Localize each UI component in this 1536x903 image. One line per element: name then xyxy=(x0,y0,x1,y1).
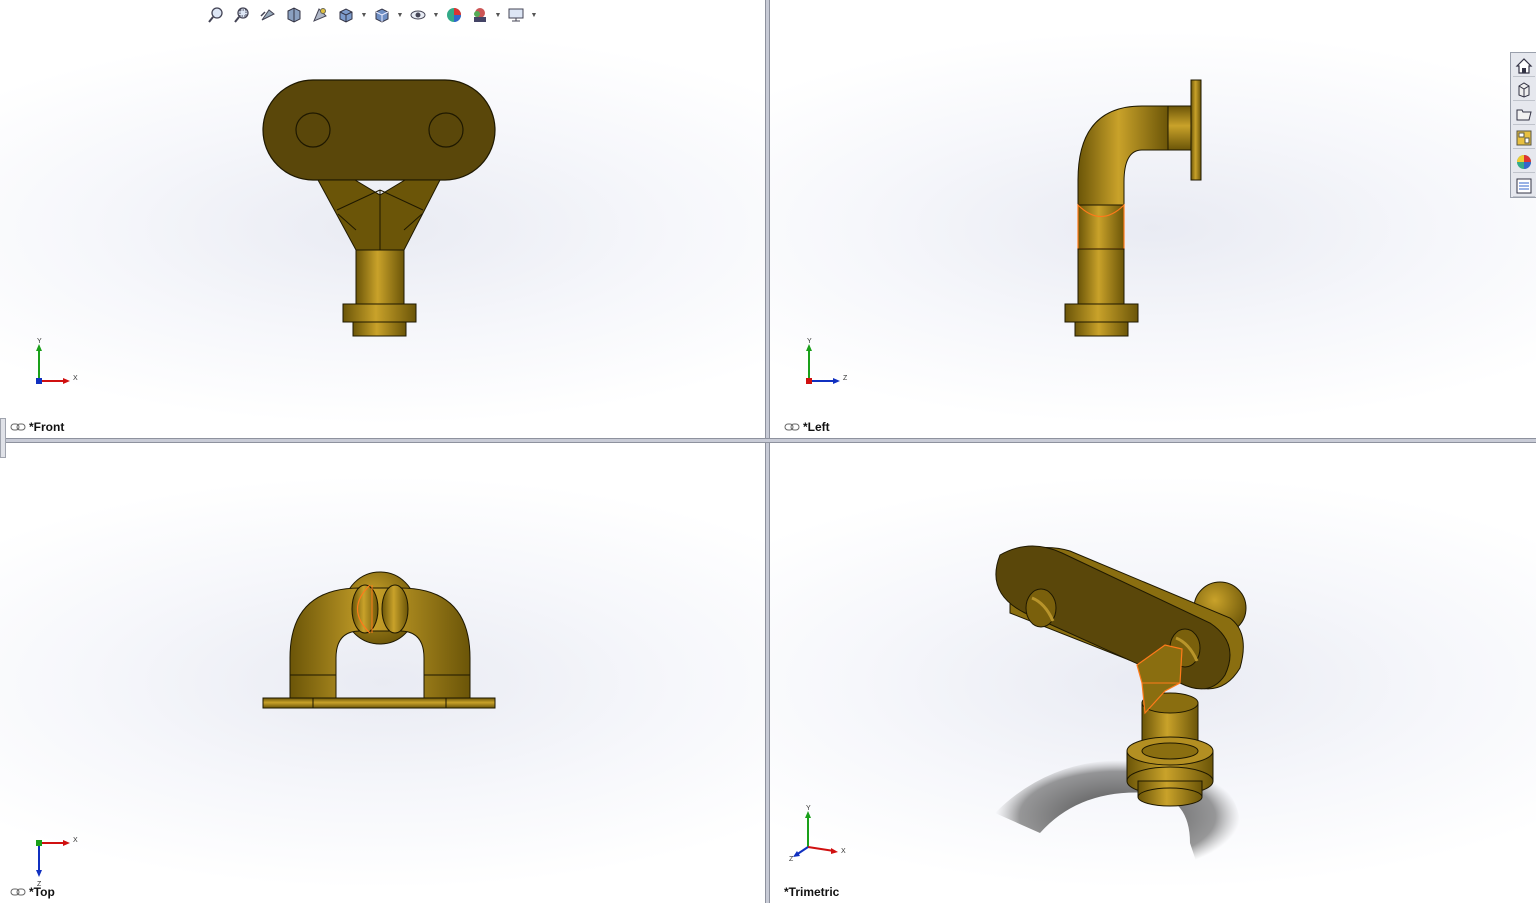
zoom-to-area-icon[interactable] xyxy=(230,4,254,26)
part-left-view[interactable] xyxy=(770,0,1536,438)
design-library-icon[interactable] xyxy=(1512,79,1535,101)
viewport-name: *Trimetric xyxy=(784,885,840,899)
dynamic-annotation-icon[interactable] xyxy=(308,4,332,26)
zoom-to-fit-icon[interactable] xyxy=(204,4,228,26)
part-top-view[interactable] xyxy=(0,443,765,903)
view-orientation-icon[interactable] xyxy=(334,4,358,26)
svg-text:X: X xyxy=(73,375,78,382)
triad-left: Y Z xyxy=(806,338,848,384)
triad-front: Y X xyxy=(36,338,78,384)
vertical-splitter[interactable] xyxy=(765,0,770,903)
viewport-name: *Top xyxy=(29,885,55,899)
home-icon[interactable] xyxy=(1512,55,1535,77)
appearances-icon[interactable] xyxy=(1512,151,1535,173)
viewport-label-trimetric[interactable]: *Trimetric xyxy=(784,885,839,899)
viewport-label-top[interactable]: *Top xyxy=(10,885,55,899)
apply-scene-icon[interactable] xyxy=(468,4,492,26)
display-style-icon[interactable] xyxy=(370,4,394,26)
hide-show-items-icon[interactable] xyxy=(406,4,430,26)
heads-up-view-toolbar: ▼ ▼ ▼ ▼ ▼ xyxy=(204,4,538,26)
edit-appearance-icon[interactable] xyxy=(442,4,466,26)
svg-text:Y: Y xyxy=(806,805,811,812)
file-explorer-icon[interactable] xyxy=(1512,103,1535,125)
section-view-icon[interactable] xyxy=(282,4,306,26)
viewport-name: *Front xyxy=(29,420,65,434)
chevron-down-icon[interactable]: ▼ xyxy=(396,4,404,26)
svg-text:Z: Z xyxy=(843,375,848,382)
link-views-icon[interactable] xyxy=(10,888,26,896)
chevron-down-icon[interactable]: ▼ xyxy=(432,4,440,26)
viewport-label-front[interactable]: *Front xyxy=(10,420,64,434)
custom-properties-icon[interactable] xyxy=(1512,175,1535,197)
svg-text:Y: Y xyxy=(807,338,812,345)
link-views-icon[interactable] xyxy=(10,423,26,431)
previous-view-icon[interactable] xyxy=(256,4,280,26)
chevron-down-icon[interactable]: ▼ xyxy=(360,4,368,26)
viewport-top[interactable]: Z X *Top xyxy=(0,443,765,903)
viewport-label-left[interactable]: *Left xyxy=(784,420,830,434)
feature-manager-collapse-handle[interactable] xyxy=(0,418,6,458)
svg-text:X: X xyxy=(73,837,78,844)
link-views-icon[interactable] xyxy=(784,423,800,431)
triad-trimetric: Y X Z xyxy=(789,805,846,863)
horizontal-splitter[interactable] xyxy=(0,438,1536,443)
view-settings-icon[interactable] xyxy=(504,4,528,26)
triad-top: Z X xyxy=(36,837,78,888)
svg-text:Z: Z xyxy=(789,856,794,863)
view-palette-icon[interactable] xyxy=(1512,127,1535,149)
viewport-trimetric[interactable]: Y X Z *Trimetric xyxy=(770,443,1536,903)
viewport-name: *Left xyxy=(803,420,830,434)
svg-text:X: X xyxy=(841,848,846,855)
chevron-down-icon[interactable]: ▼ xyxy=(530,4,538,26)
chevron-down-icon[interactable]: ▼ xyxy=(494,4,502,26)
part-trimetric-view[interactable] xyxy=(770,443,1536,903)
svg-text:Y: Y xyxy=(37,338,42,345)
viewport-left[interactable]: Y Z *Left xyxy=(770,0,1536,438)
part-front-view[interactable] xyxy=(0,0,765,438)
task-pane-tabs xyxy=(1510,52,1536,198)
viewport-front[interactable]: Y X *Front ▼ ▼ ▼ ▼ ▼ xyxy=(0,0,765,438)
